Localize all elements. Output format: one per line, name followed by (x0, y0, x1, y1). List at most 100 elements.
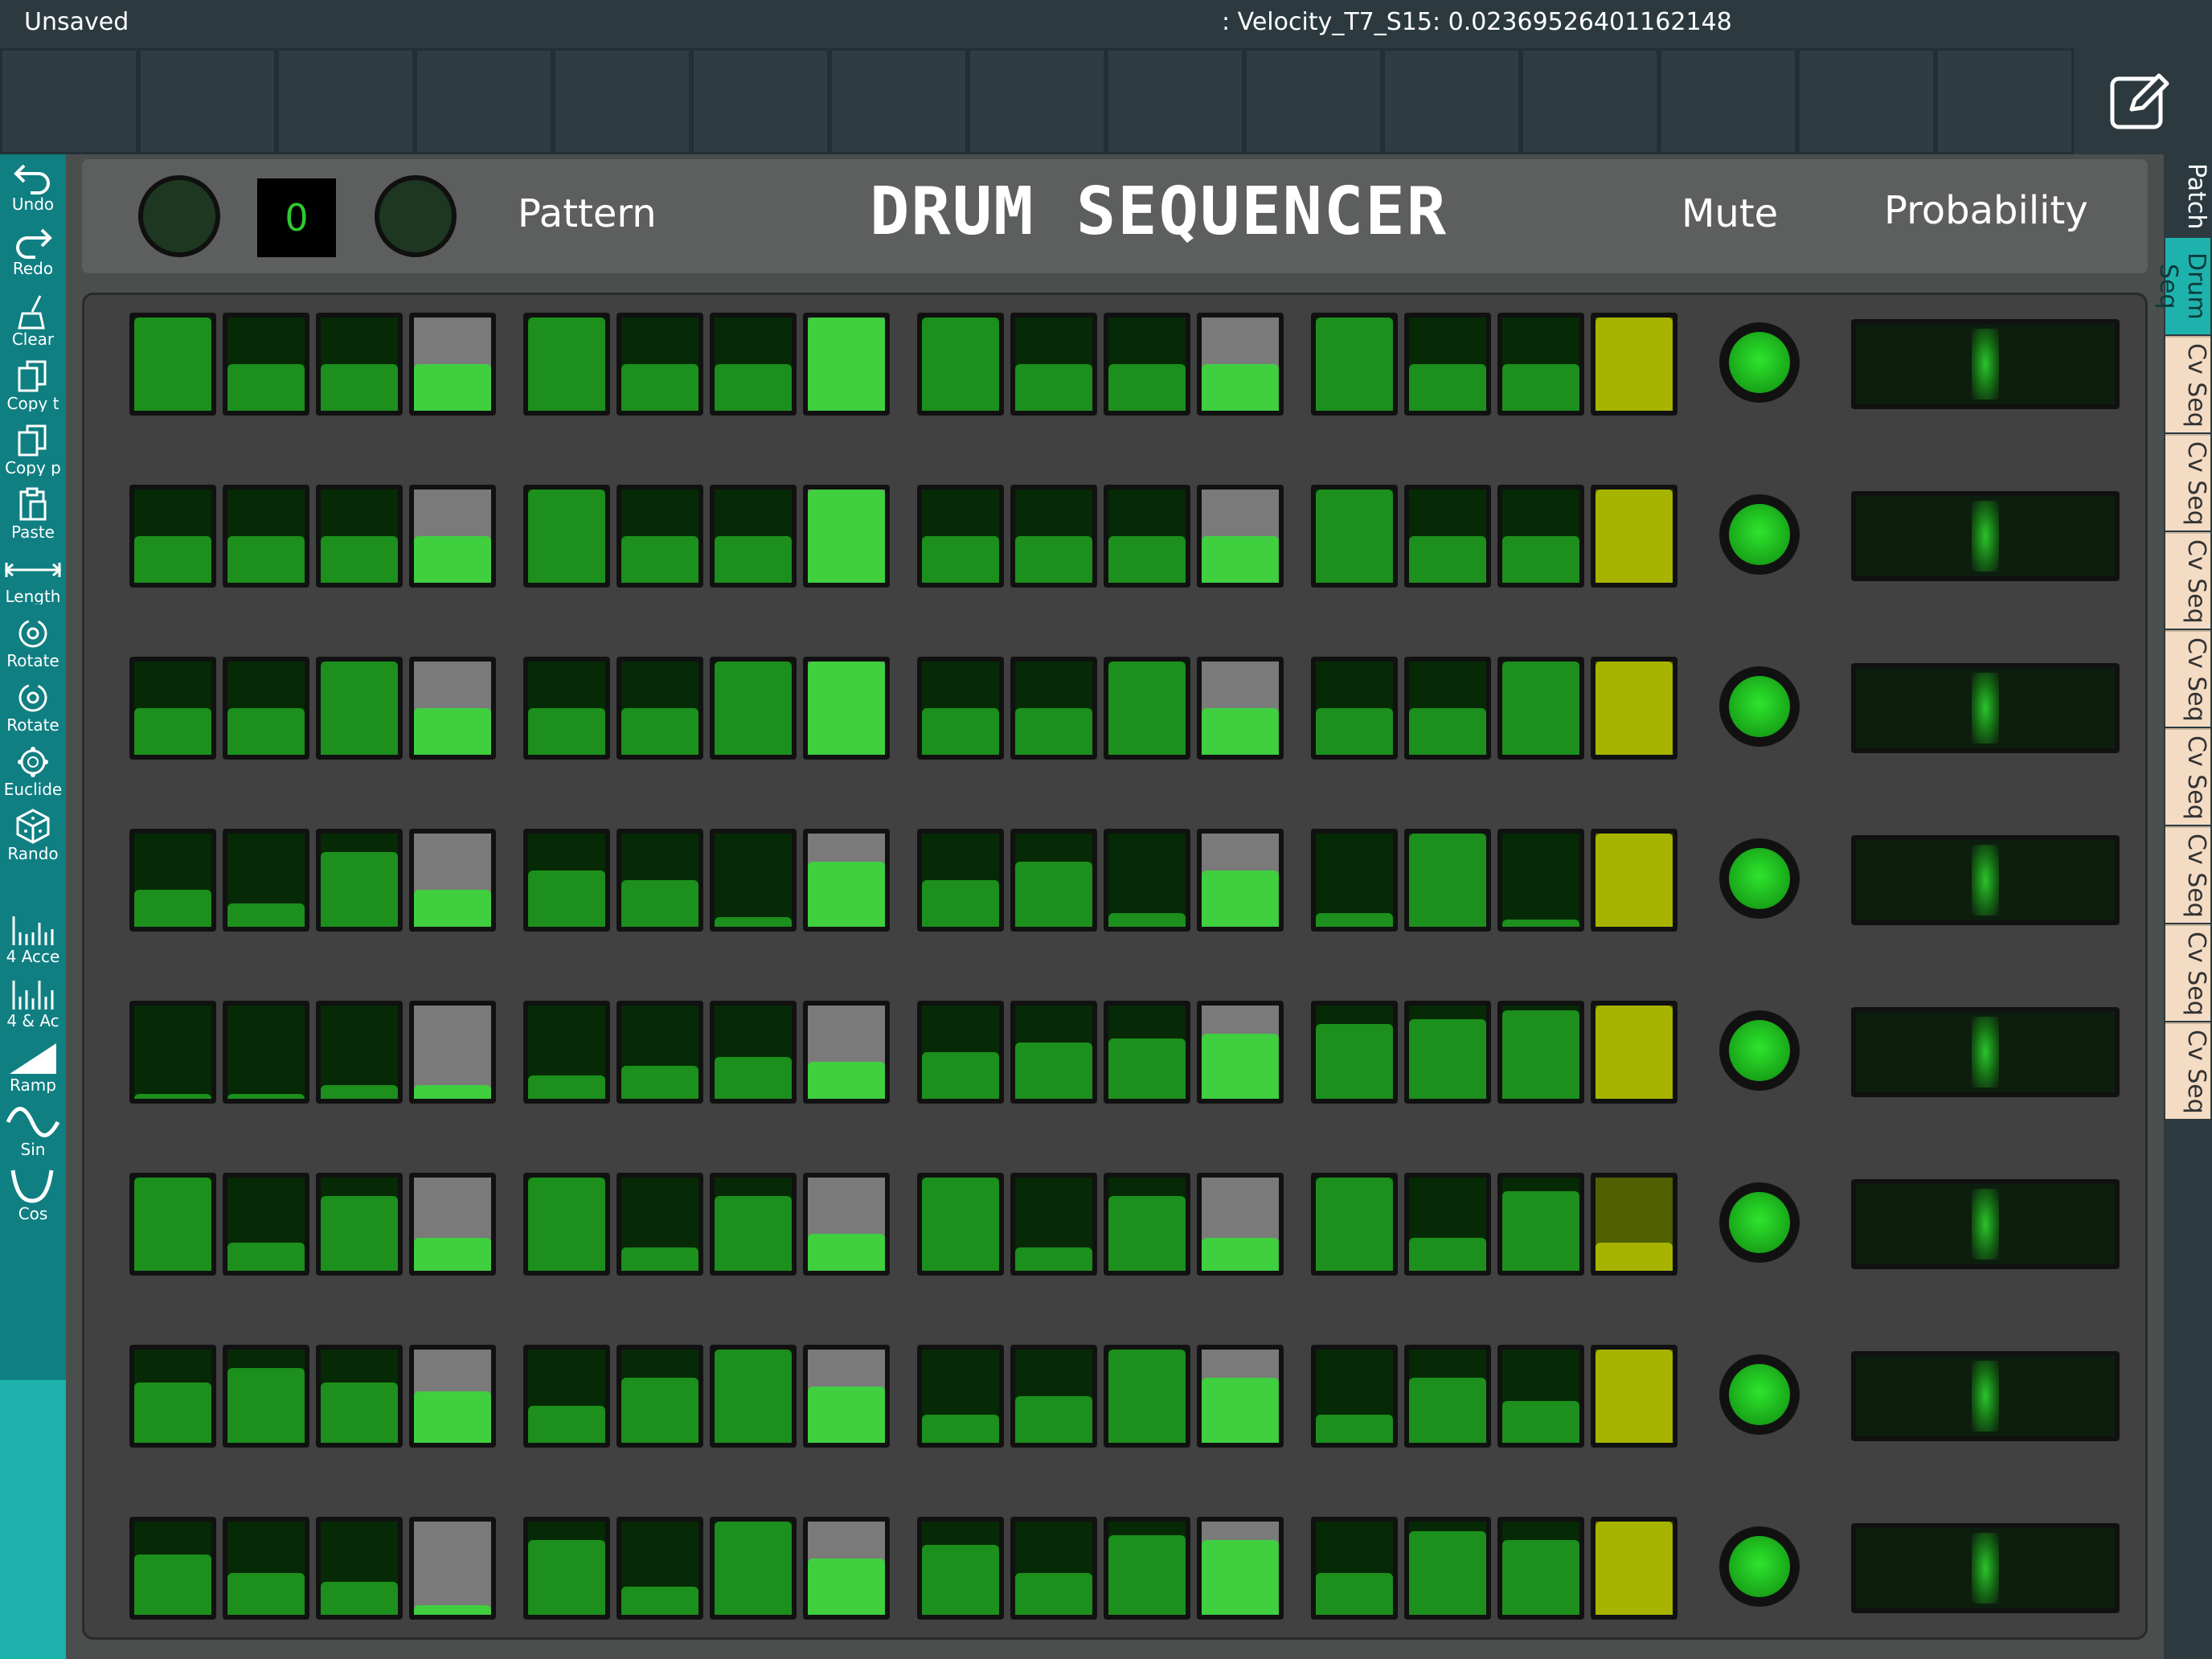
step-pad[interactable] (803, 485, 890, 588)
step-pad[interactable] (223, 485, 309, 588)
step-pad[interactable] (1591, 313, 1677, 416)
step-pad[interactable] (1404, 1517, 1491, 1620)
step-pad[interactable] (803, 1517, 890, 1620)
ramp-button[interactable]: Ramp (0, 1040, 66, 1104)
step-pad[interactable] (1104, 313, 1190, 416)
preset-slot[interactable] (415, 48, 553, 154)
step-pad[interactable] (1404, 313, 1491, 416)
four-accent-button[interactable]: 4 Acce (0, 911, 66, 976)
step-pad[interactable] (523, 1345, 610, 1448)
step-pad[interactable] (409, 1173, 496, 1276)
step-pad[interactable] (1010, 657, 1097, 760)
preset-slot[interactable] (1244, 48, 1382, 154)
step-pad[interactable] (1591, 1001, 1677, 1104)
step-pad[interactable] (316, 1173, 403, 1276)
tab-cv-seq[interactable]: Cv Seq (2165, 336, 2210, 432)
track-probability-slider[interactable] (1851, 1523, 2120, 1613)
sine-button[interactable]: Sin (0, 1104, 66, 1169)
tab-cv-seq[interactable]: Cv Seq (2165, 924, 2210, 1021)
pattern-number[interactable]: 0 (257, 178, 336, 257)
euclidean-button[interactable]: Euclide (0, 744, 66, 809)
step-pad[interactable] (1591, 485, 1677, 588)
step-pad[interactable] (616, 313, 703, 416)
step-pad[interactable] (409, 657, 496, 760)
step-pad[interactable] (917, 1517, 1004, 1620)
track-probability-slider[interactable] (1851, 663, 2120, 753)
step-pad[interactable] (223, 829, 309, 932)
length-button[interactable]: Length (0, 551, 66, 616)
track-mute-button[interactable] (1719, 1182, 1800, 1263)
step-pad[interactable] (1404, 1173, 1491, 1276)
edit-button[interactable] (2108, 68, 2173, 133)
step-pad[interactable] (710, 829, 797, 932)
track-mute-button[interactable] (1719, 666, 1800, 747)
random-button[interactable]: Rando (0, 809, 66, 873)
step-pad[interactable] (523, 657, 610, 760)
step-pad[interactable] (616, 829, 703, 932)
step-pad[interactable] (1197, 657, 1284, 760)
preset-slot[interactable] (691, 48, 830, 154)
tab-patch[interactable]: Patch (2165, 156, 2210, 236)
step-pad[interactable] (616, 485, 703, 588)
step-pad[interactable] (1311, 657, 1398, 760)
step-pad[interactable] (710, 1001, 797, 1104)
step-pad[interactable] (1404, 1001, 1491, 1104)
step-pad[interactable] (1104, 1001, 1190, 1104)
step-pad[interactable] (1404, 485, 1491, 588)
track-mute-button[interactable] (1719, 1354, 1800, 1435)
step-pad[interactable] (409, 1345, 496, 1448)
step-pad[interactable] (1497, 1173, 1584, 1276)
preset-slot[interactable] (1797, 48, 1936, 154)
step-pad[interactable] (710, 1173, 797, 1276)
step-pad[interactable] (129, 313, 216, 416)
step-pad[interactable] (1497, 657, 1584, 760)
preset-slot[interactable] (1936, 48, 2074, 154)
step-pad[interactable] (1591, 1345, 1677, 1448)
step-pad[interactable] (917, 313, 1004, 416)
step-pad[interactable] (223, 1517, 309, 1620)
step-pad[interactable] (1591, 1173, 1677, 1276)
clear-button[interactable]: Clear (0, 294, 66, 358)
step-pad[interactable] (1404, 829, 1491, 932)
step-pad[interactable] (710, 1345, 797, 1448)
preset-slot[interactable] (968, 48, 1106, 154)
copy-pattern-button[interactable]: Copy p (0, 423, 66, 487)
track-probability-slider[interactable] (1851, 319, 2120, 409)
step-pad[interactable] (1197, 1001, 1284, 1104)
step-pad[interactable] (1591, 657, 1677, 760)
step-pad[interactable] (1010, 829, 1097, 932)
step-pad[interactable] (1197, 1173, 1284, 1276)
step-pad[interactable] (316, 313, 403, 416)
undo-button[interactable]: Undo (0, 159, 66, 223)
preset-slot[interactable] (1659, 48, 1797, 154)
tab-cv-seq[interactable]: Cv Seq (2165, 826, 2210, 923)
tab-cv-seq[interactable]: Cv Seq (2165, 532, 2210, 629)
step-pad[interactable] (223, 1001, 309, 1104)
step-pad[interactable] (803, 1001, 890, 1104)
track-mute-button[interactable] (1719, 322, 1800, 403)
step-pad[interactable] (1010, 313, 1097, 416)
step-pad[interactable] (1404, 1345, 1491, 1448)
step-pad[interactable] (316, 1001, 403, 1104)
tab-drum-seq[interactable]: Drum Seq (2154, 238, 2210, 334)
track-probability-slider[interactable] (1851, 1179, 2120, 1269)
step-pad[interactable] (1197, 1517, 1284, 1620)
step-pad[interactable] (1104, 657, 1190, 760)
step-pad[interactable] (616, 1517, 703, 1620)
pattern-prev-knob[interactable] (138, 175, 220, 257)
step-pad[interactable] (917, 829, 1004, 932)
preset-slot[interactable] (553, 48, 691, 154)
step-pad[interactable] (917, 1345, 1004, 1448)
step-pad[interactable] (1197, 829, 1284, 932)
step-pad[interactable] (1010, 485, 1097, 588)
redo-button[interactable]: Redo (0, 223, 66, 288)
step-pad[interactable] (1591, 1517, 1677, 1620)
step-pad[interactable] (1497, 1345, 1584, 1448)
step-pad[interactable] (917, 657, 1004, 760)
step-pad[interactable] (710, 313, 797, 416)
step-pad[interactable] (710, 485, 797, 588)
step-pad[interactable] (616, 1001, 703, 1104)
preset-slot[interactable] (0, 48, 138, 154)
track-mute-button[interactable] (1719, 1010, 1800, 1091)
step-pad[interactable] (523, 1517, 610, 1620)
